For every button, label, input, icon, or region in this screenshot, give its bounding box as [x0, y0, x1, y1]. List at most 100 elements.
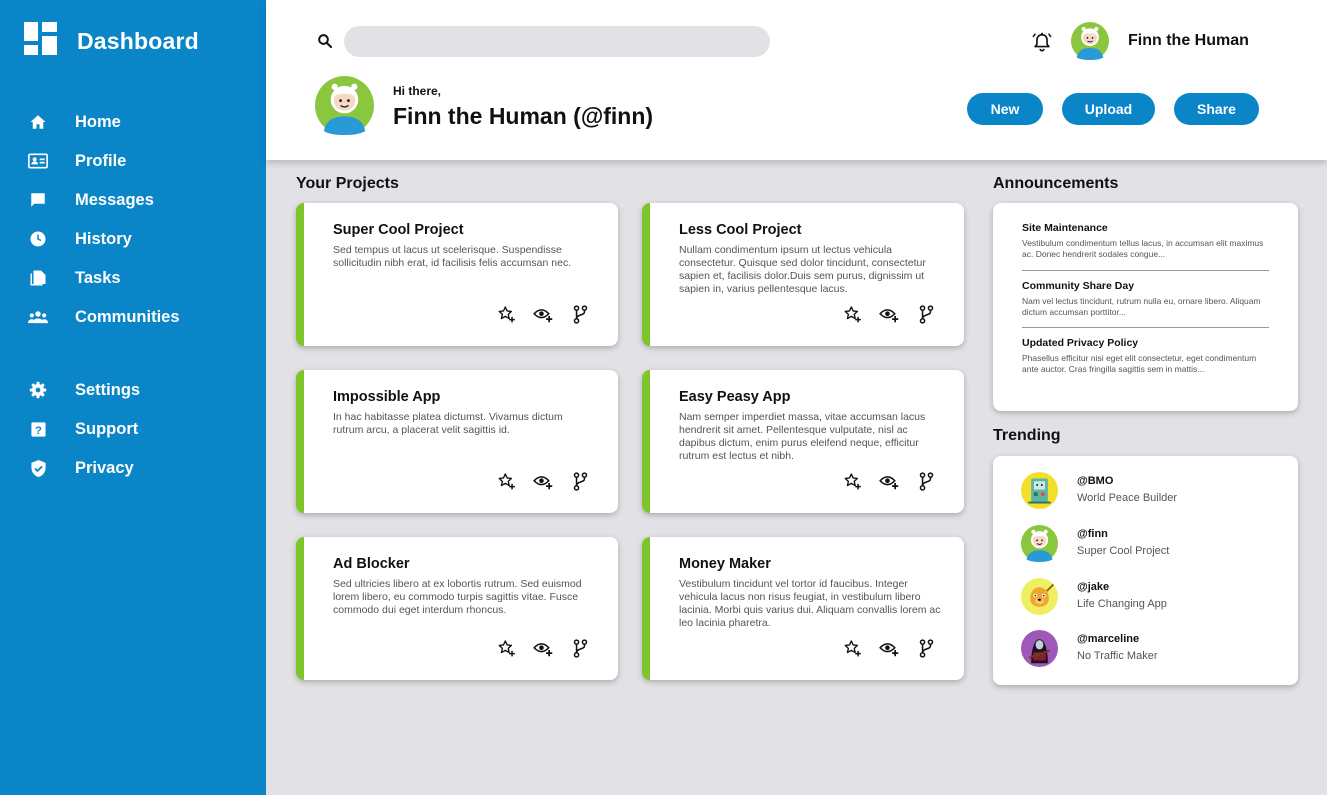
- sidebar-item-profile[interactable]: Profile: [28, 151, 126, 171]
- trending-panel: @BMO World Peace Builder @finn Super Coo…: [993, 456, 1298, 685]
- watch-add-icon[interactable]: [879, 638, 899, 658]
- dashboard-grid-icon: [24, 22, 57, 60]
- project-card[interactable]: Less Cool Project Nullam condimentum ips…: [642, 203, 964, 346]
- new-button[interactable]: New: [967, 93, 1043, 125]
- project-actions: [825, 638, 936, 658]
- sidebar-item-tasks[interactable]: Tasks: [28, 268, 121, 288]
- project-description: Vestibulum tincidunt vel tortor id fauci…: [679, 578, 941, 629]
- project-title: Ad Blocker: [333, 556, 410, 572]
- announcement-title: Community Share Day: [1022, 280, 1135, 292]
- watch-add-icon[interactable]: [533, 471, 553, 491]
- divider: [1022, 270, 1269, 271]
- watch-add-icon[interactable]: [879, 471, 899, 491]
- trending-subtitle: Super Cool Project: [1077, 545, 1170, 557]
- profile-display-name: Finn the Human (@finn): [393, 103, 654, 129]
- project-card[interactable]: Impossible App In hac habitasse platea d…: [296, 370, 618, 513]
- fork-icon[interactable]: [570, 304, 590, 324]
- brand[interactable]: Dashboard: [24, 22, 199, 60]
- people-icon: [28, 307, 48, 327]
- project-title: Easy Peasy App: [679, 389, 791, 405]
- trending-item[interactable]: @marceline No Traffic Maker: [1021, 630, 1158, 667]
- profile-avatar: [315, 76, 374, 135]
- project-card[interactable]: Easy Peasy App Nam semper imperdiet mass…: [642, 370, 964, 513]
- project-description: Sed tempus ut lacus ut scelerisque. Susp…: [333, 244, 572, 269]
- announcement-body: Phasellus efficitur nisi eget elit conse…: [1022, 353, 1257, 374]
- documents-icon: [28, 268, 48, 288]
- help-icon: ?: [28, 419, 48, 439]
- sidebar-title: Dashboard: [77, 27, 199, 54]
- sidebar-item-communities[interactable]: Communities: [28, 307, 180, 327]
- share-button[interactable]: Share: [1174, 93, 1259, 125]
- project-card[interactable]: Ad Blocker Sed ultricies libero at ex lo…: [296, 537, 618, 680]
- sidebar-item-label: Messages: [75, 190, 154, 209]
- fork-icon[interactable]: [570, 638, 590, 658]
- sidebar-item-label: Communities: [75, 307, 180, 326]
- trending-handle: @marceline: [1077, 633, 1140, 645]
- trending-handle: @jake: [1077, 581, 1110, 593]
- sidebar-item-messages[interactable]: Messages: [28, 190, 154, 210]
- sidebar-item-label: Tasks: [75, 268, 121, 287]
- upload-button[interactable]: Upload: [1062, 93, 1155, 125]
- project-title: Less Cool Project: [679, 222, 802, 238]
- sidebar-item-privacy[interactable]: Privacy: [28, 458, 134, 478]
- star-add-icon[interactable]: [496, 471, 516, 491]
- project-card[interactable]: Money Maker Vestibulum tincidunt vel tor…: [642, 537, 964, 680]
- bell-icon[interactable]: [1031, 31, 1053, 53]
- search-icon[interactable]: [316, 32, 334, 50]
- sidebar-item-support[interactable]: ? Support: [28, 419, 138, 439]
- sidebar-item-label: Support: [75, 419, 139, 438]
- chat-bubble-icon: [28, 190, 48, 210]
- star-add-icon[interactable]: [842, 471, 862, 491]
- fork-icon[interactable]: [570, 471, 590, 491]
- announcement-item[interactable]: Community Share Day Nam vel lectus tinci…: [1022, 280, 1269, 318]
- announcement-item[interactable]: Updated Privacy Policy Phasellus efficit…: [1022, 337, 1269, 375]
- user-avatar[interactable]: [1071, 22, 1109, 60]
- star-add-icon[interactable]: [496, 638, 516, 658]
- header-user-name[interactable]: Finn the Human: [1128, 32, 1249, 50]
- project-title: Money Maker: [679, 556, 771, 572]
- trending-item[interactable]: @finn Super Cool Project: [1021, 525, 1169, 562]
- sidebar-item-settings[interactable]: Settings: [28, 380, 140, 400]
- trending-subtitle: World Peace Builder: [1077, 492, 1178, 504]
- sidebar-item-label: Profile: [75, 151, 127, 170]
- finn-avatar: [1021, 525, 1058, 562]
- divider: [1022, 327, 1269, 328]
- announcement-title: Updated Privacy Policy: [1022, 337, 1139, 349]
- announcements-section-title: Announcements: [993, 175, 1119, 192]
- sidebar-item-label: History: [75, 229, 132, 248]
- star-add-icon[interactable]: [842, 304, 862, 324]
- fork-icon[interactable]: [916, 638, 936, 658]
- shield-icon: [28, 458, 48, 478]
- project-actions: [479, 471, 590, 491]
- star-add-icon[interactable]: [842, 638, 862, 658]
- gear-icon: [28, 380, 48, 400]
- fork-icon[interactable]: [916, 304, 936, 324]
- project-description: Nam semper imperdiet massa, vitae accums…: [679, 411, 926, 462]
- home-icon: [28, 112, 48, 132]
- trending-item[interactable]: @jake Life Changing App: [1021, 578, 1167, 615]
- sidebar-item-label: Settings: [75, 380, 141, 399]
- trending-subtitle: Life Changing App: [1077, 598, 1167, 610]
- trending-handle: @finn: [1077, 528, 1108, 540]
- sidebar-item-label: Privacy: [75, 458, 134, 477]
- sidebar-item-label: Home: [75, 112, 121, 131]
- project-title: Impossible App: [333, 389, 441, 405]
- project-description: Nullam condimentum ipsum ut lectus vehic…: [679, 244, 926, 295]
- star-add-icon[interactable]: [496, 304, 516, 324]
- sidebar-item-history[interactable]: History: [28, 229, 132, 249]
- watch-add-icon[interactable]: [533, 304, 553, 324]
- announcement-item[interactable]: Site Maintenance Vestibulum condimentum …: [1022, 222, 1269, 260]
- id-card-icon: [28, 151, 48, 171]
- watch-add-icon[interactable]: [533, 638, 553, 658]
- sidebar: Dashboard Home Profile Messages History …: [0, 0, 266, 795]
- watch-add-icon[interactable]: [879, 304, 899, 324]
- trending-item[interactable]: @BMO World Peace Builder: [1021, 472, 1177, 509]
- header: Finn the Human Hi there, Finn the Human …: [266, 0, 1327, 160]
- jake-avatar: [1021, 578, 1058, 615]
- announcement-title: Site Maintenance: [1022, 222, 1108, 234]
- search-input[interactable]: [344, 26, 770, 57]
- sidebar-item-home[interactable]: Home: [28, 112, 121, 132]
- fork-icon[interactable]: [916, 471, 936, 491]
- project-card[interactable]: Super Cool Project Sed tempus ut lacus u…: [296, 203, 618, 346]
- announcement-body: Vestibulum condimentum tellus lacus, in …: [1022, 238, 1264, 259]
